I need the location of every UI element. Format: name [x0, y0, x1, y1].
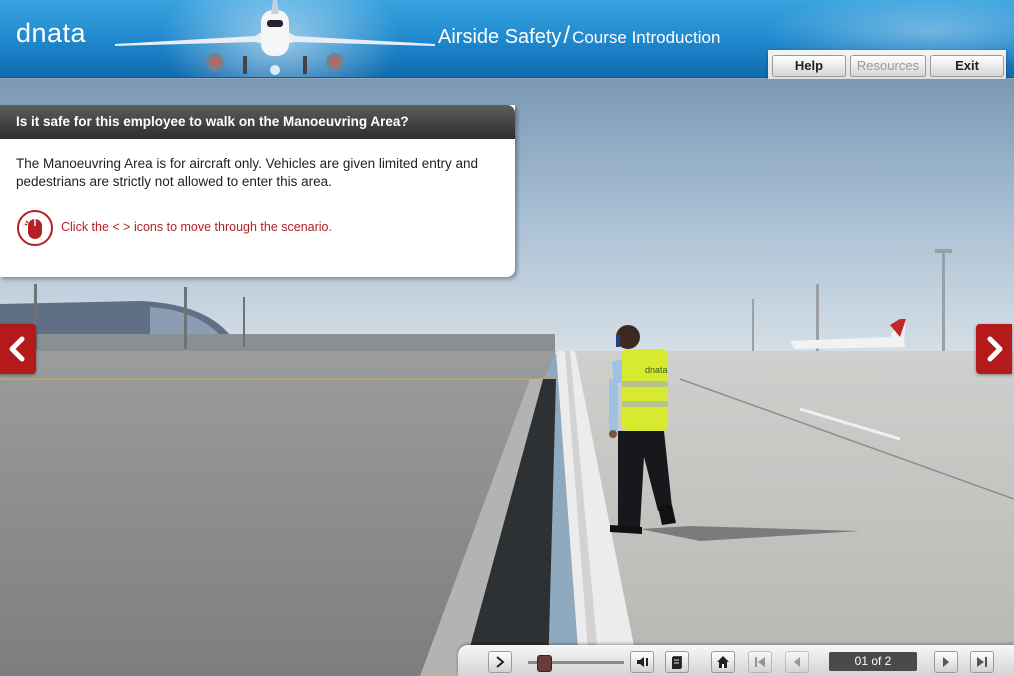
- course-title: Airside Safety/Course Introduction: [438, 22, 720, 50]
- chevron-right-icon: [987, 336, 1003, 362]
- chevron-left-icon: [9, 336, 25, 362]
- home-button[interactable]: [711, 651, 735, 673]
- question-panel: Is it safe for this employee to walk on …: [0, 105, 515, 277]
- mouse-icon: [17, 210, 53, 246]
- last-page-button[interactable]: [970, 651, 994, 673]
- title-slash: /: [563, 22, 571, 49]
- resources-button[interactable]: Resources: [850, 55, 926, 77]
- help-button[interactable]: Help: [772, 55, 846, 77]
- airplane-icon: [115, 0, 435, 75]
- dnata-logo: dnata: [16, 18, 87, 48]
- chevron-left-icon: [794, 657, 800, 667]
- navigation-hint: Click the < > icons to move through the …: [61, 220, 332, 234]
- chevron-right-icon: [943, 657, 949, 667]
- play-icon: [496, 656, 505, 668]
- question-title: Is it safe for this employee to walk on …: [0, 105, 515, 139]
- skip-back-icon: [755, 657, 765, 667]
- home-icon: [717, 656, 729, 668]
- page-counter: 01 of 2: [829, 652, 917, 671]
- next-scene-button[interactable]: [976, 324, 1012, 374]
- first-page-button[interactable]: [748, 651, 772, 673]
- audio-progress-handle[interactable]: [536, 655, 552, 672]
- course-name: Airside Safety: [438, 26, 562, 48]
- question-explanation: The Manoeuvring Area is for aircraft onl…: [16, 156, 478, 189]
- course-section: Course Introduction: [572, 28, 721, 47]
- play-button[interactable]: [488, 651, 512, 673]
- previous-page-button[interactable]: [785, 651, 809, 673]
- skip-forward-icon: [977, 657, 987, 667]
- next-page-button[interactable]: [934, 651, 958, 673]
- document-icon: [672, 656, 682, 669]
- transcript-button[interactable]: [665, 651, 689, 673]
- speaker-icon: [637, 657, 648, 667]
- previous-scene-button[interactable]: [0, 324, 36, 374]
- exit-button[interactable]: Exit: [930, 55, 1004, 77]
- audio-button[interactable]: [630, 651, 654, 673]
- vest-logo: dnata: [645, 365, 668, 375]
